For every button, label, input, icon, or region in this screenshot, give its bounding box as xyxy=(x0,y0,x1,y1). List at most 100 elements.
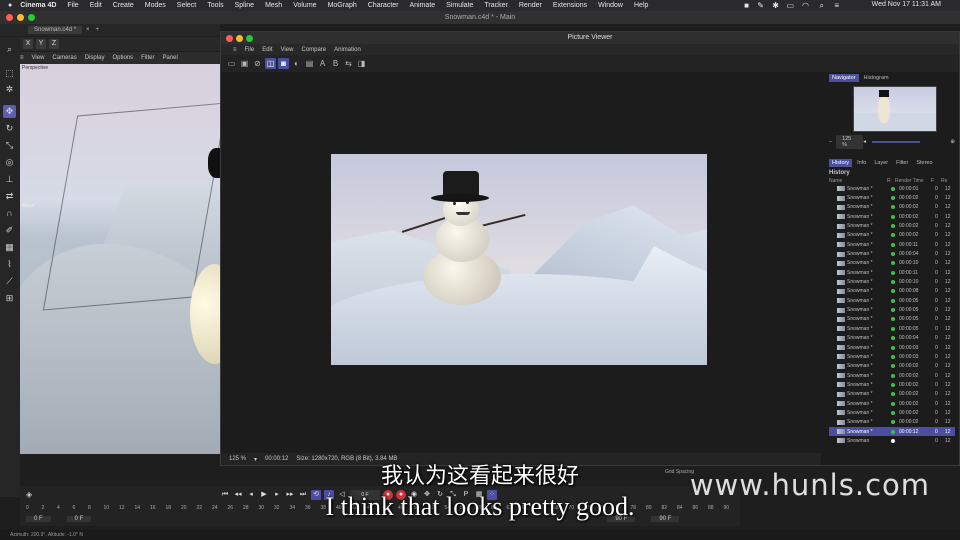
bluetooth-icon[interactable]: ✱ xyxy=(772,1,779,10)
tab-filter[interactable]: Filter xyxy=(893,159,911,167)
knife-icon[interactable]: ⟋ xyxy=(3,275,16,288)
close-tab-icon[interactable]: × xyxy=(86,27,90,33)
rendered-image[interactable] xyxy=(331,154,707,365)
ab-compare-a-icon[interactable]: A xyxy=(317,58,328,69)
workplane-icon[interactable]: ⊞ xyxy=(3,292,16,305)
paint-icon[interactable]: ✐ xyxy=(3,224,16,237)
menu-create[interactable]: Create xyxy=(113,2,134,9)
col-render-time[interactable]: Render Time xyxy=(895,178,931,184)
viewport-menu-icon[interactable]: ≡ xyxy=(20,55,24,61)
history-row[interactable]: Snowman * 00:00:04 0 12 xyxy=(829,249,955,258)
transfer-icon[interactable]: ⇄ xyxy=(3,190,16,203)
ab-compare-b-icon[interactable]: B xyxy=(330,58,341,69)
history-row[interactable]: Snowman * 00:00:02 0 12 xyxy=(829,399,955,408)
menu-volume[interactable]: Volume xyxy=(293,2,316,9)
close-window-icon[interactable] xyxy=(6,14,13,21)
search-icon[interactable]: ⌕ xyxy=(820,1,824,11)
menu-spline[interactable]: Spline xyxy=(235,2,254,9)
live-select-icon[interactable]: ◎ xyxy=(3,156,16,169)
scale-tool-icon[interactable]: ⤡ xyxy=(3,139,16,152)
zoom-step-icon[interactable]: ◂ xyxy=(863,139,866,145)
magnet-icon[interactable]: ∩ xyxy=(3,207,16,220)
wifi-icon[interactable]: ◠ xyxy=(802,1,809,10)
menu-modes[interactable]: Modes xyxy=(145,2,166,9)
zoom-in-icon[interactable]: ⊕ xyxy=(950,139,955,145)
minimize-window-icon[interactable] xyxy=(17,14,24,21)
history-row[interactable]: Snowman * 00:00:10 0 12 xyxy=(829,277,955,286)
history-row[interactable]: Snowman * 00:00:10 0 12 xyxy=(829,259,955,268)
texture-icon[interactable]: ▦ xyxy=(3,241,16,254)
menu-mesh[interactable]: Mesh xyxy=(265,2,282,9)
select-tool-icon[interactable]: ⬚ xyxy=(3,67,16,80)
rotate-tool-icon[interactable]: ↻ xyxy=(3,122,16,135)
menu-render[interactable]: Render xyxy=(519,2,542,9)
channels-icon[interactable]: ▤ xyxy=(304,58,315,69)
save-icon[interactable]: ▣ xyxy=(239,58,250,69)
menu-mograph[interactable]: MoGraph xyxy=(328,2,357,9)
history-row[interactable]: Snowman * 00:00:02 0 12 xyxy=(829,231,955,240)
apple-icon[interactable]: ● xyxy=(8,2,12,9)
axis-x-button[interactable]: X xyxy=(23,39,33,49)
history-row[interactable]: Snowman * 00:00:02 0 12 xyxy=(829,418,955,427)
tab-history[interactable]: History xyxy=(829,159,853,167)
axis-z-button[interactable]: Z xyxy=(49,39,59,49)
gear-icon[interactable]: ✲ xyxy=(3,83,16,96)
history-row[interactable]: Snowman * 00:00:08 0 12 xyxy=(829,287,955,296)
open-folder-icon[interactable]: ▭ xyxy=(226,58,237,69)
pv-menu-animation[interactable]: Animation xyxy=(334,47,361,53)
history-row[interactable]: Snowman * 00:00:02 0 12 xyxy=(829,362,955,371)
col-f[interactable]: F xyxy=(931,178,941,184)
history-row[interactable]: Snowman * 00:00:04 0 12 xyxy=(829,334,955,343)
history-row[interactable]: Snowman * 00:00:05 0 12 xyxy=(829,324,955,333)
viewport-menu-options[interactable]: Options xyxy=(112,55,133,61)
navigator-thumbnail[interactable] xyxy=(853,86,937,132)
menu-extensions[interactable]: Extensions xyxy=(553,2,587,9)
history-row[interactable]: Snowman * 00:00:02 0 12 xyxy=(829,380,955,389)
viewport-menu-cameras[interactable]: Cameras xyxy=(52,55,76,61)
history-row[interactable]: Snowman * 00:00:11 0 12 xyxy=(829,240,955,249)
menu-edit[interactable]: Edit xyxy=(90,2,102,9)
history-row[interactable]: Snowman * 00:00:05 0 12 xyxy=(829,305,955,314)
history-row[interactable]: Snowman * 00:00:02 0 12 xyxy=(829,390,955,399)
app-menu[interactable]: Cinema 4D xyxy=(20,2,56,9)
history-row[interactable]: Snowman * 00:00:05 0 12 xyxy=(829,296,955,305)
history-row[interactable]: Snowman * 00:00:02 0 12 xyxy=(829,193,955,202)
zoom-out-icon[interactable]: – xyxy=(829,139,832,145)
pv-menu-file[interactable]: File xyxy=(245,47,255,53)
pv-close-icon[interactable] xyxy=(226,35,233,42)
add-tab-icon[interactable]: + xyxy=(96,27,100,33)
stop-icon[interactable]: ⊘ xyxy=(252,58,263,69)
region-icon[interactable]: ◫ xyxy=(265,58,276,69)
col-r[interactable]: R xyxy=(887,178,895,184)
move-tool-icon[interactable]: ✥ xyxy=(3,105,16,118)
menu-window[interactable]: Window xyxy=(598,2,623,9)
col-name[interactable]: Name xyxy=(829,178,887,184)
history-row[interactable]: Snowman * 00:00:02 0 12 xyxy=(829,221,955,230)
contrast-icon[interactable]: ◐ xyxy=(291,58,302,69)
navigator-zoom-value[interactable]: 125 % xyxy=(836,135,864,149)
history-row[interactable]: Snowman * 00:00:05 0 12 xyxy=(829,315,955,324)
menu-animate[interactable]: Animate xyxy=(409,2,435,9)
battery-icon[interactable]: ▭ xyxy=(786,1,794,10)
pv-menu-compare[interactable]: Compare xyxy=(301,47,326,53)
tab-info[interactable]: Info xyxy=(854,159,869,167)
doc-tab-snowman[interactable]: Snowman.c4d * xyxy=(28,26,83,34)
menu-help[interactable]: Help xyxy=(634,2,648,9)
brush-icon[interactable]: ⌇ xyxy=(3,258,16,271)
menu-select[interactable]: Select xyxy=(177,2,196,9)
pv-zoom-icon[interactable] xyxy=(246,35,253,42)
menu-file[interactable]: File xyxy=(67,2,78,9)
record-icon[interactable]: ■ xyxy=(744,1,749,10)
pen-icon[interactable]: ✎ xyxy=(757,1,764,10)
pv-menu-edit[interactable]: Edit xyxy=(262,47,272,53)
menu-clock[interactable]: Wed Nov 17 11:31 AM xyxy=(872,1,941,8)
viewport-menu-filter[interactable]: Filter xyxy=(141,55,154,61)
tab-layer[interactable]: Layer xyxy=(871,159,891,167)
region-render-icon[interactable]: ◙ xyxy=(278,58,289,69)
pv-menu-view[interactable]: View xyxy=(281,47,294,53)
history-row[interactable]: Snowman * 00:00:03 0 12 xyxy=(829,352,955,361)
search-tool-icon[interactable]: ⌕ xyxy=(3,43,16,56)
history-row[interactable]: Snowman * 00:00:01 0 12 xyxy=(829,184,955,193)
tab-navigator[interactable]: Navigator xyxy=(829,74,859,82)
menu-simulate[interactable]: Simulate xyxy=(446,2,473,9)
